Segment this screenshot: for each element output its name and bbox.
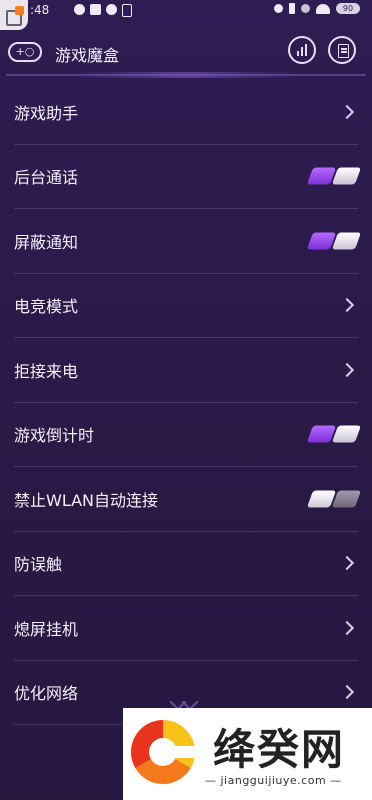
toggle-switch[interactable]	[306, 490, 362, 508]
notification-phone-icon	[122, 4, 132, 17]
battery-icon: 90	[336, 3, 360, 14]
app-badge-icon	[15, 6, 24, 15]
page-title: 游戏魔盒	[55, 46, 120, 65]
chevron-right-icon[interactable]	[339, 104, 355, 119]
chevron-right-icon[interactable]	[339, 298, 355, 313]
settings-row-label: 禁止WLAN自动连接	[14, 490, 159, 510]
bar-chart-icon	[297, 44, 307, 56]
settings-row[interactable]: 后台通话	[14, 145, 362, 209]
notification-app-icon	[74, 4, 85, 15]
settings-row-label: 游戏助手	[14, 103, 79, 123]
gamepad-icon[interactable]: +○	[8, 42, 42, 62]
header: +○ 游戏魔盒	[0, 22, 372, 80]
watermark: 绛癸网 — jiangguijiuye.com —	[123, 708, 372, 800]
notification-icons	[74, 4, 132, 17]
settings-row[interactable]: 游戏倒计时	[14, 403, 362, 467]
settings-row[interactable]: 熄屏挂机	[14, 596, 358, 661]
chevron-right-icon[interactable]	[339, 620, 355, 635]
document-icon	[338, 44, 349, 58]
chevron-right-icon[interactable]	[339, 362, 355, 377]
dnd-icon	[301, 4, 310, 13]
chevron-right-icon[interactable]	[339, 556, 355, 571]
watermark-url: — jiangguijiuye.com —	[205, 774, 342, 787]
toggle-switch[interactable]	[306, 167, 362, 185]
notification-image-icon	[90, 4, 101, 15]
game-box-screen: :48 90 +○ 游戏魔盒 游戏助手 后台通话 屏蔽通知 电竞模式 拒接来电 …	[0, 0, 372, 800]
settings-list: 游戏助手后台通话屏蔽通知电竞模式拒接来电游戏倒计时禁止WLAN自动连接 防误触熄屏…	[0, 80, 372, 725]
toggle-segment	[331, 167, 362, 185]
scroll-indicator-decoration	[150, 693, 222, 711]
settings-row-label: 游戏倒计时	[14, 426, 95, 446]
settings-row[interactable]: 游戏助手	[14, 80, 358, 145]
toggle-segment	[331, 490, 362, 508]
stats-button[interactable]	[288, 36, 316, 64]
header-frame-decoration	[6, 64, 366, 78]
settings-row[interactable]: 屏蔽通知	[14, 209, 362, 274]
document-button[interactable]	[328, 36, 356, 64]
watermark-title: 绛癸网	[213, 725, 346, 774]
bluetooth-icon	[289, 3, 295, 14]
settings-row-label: 屏蔽通知	[14, 232, 79, 252]
toggle-switch[interactable]	[306, 232, 362, 250]
chevron-right-icon[interactable]	[339, 685, 355, 700]
settings-row-label: 熄屏挂机	[14, 619, 79, 639]
toggle-switch[interactable]	[306, 425, 362, 443]
settings-row[interactable]: 拒接来电	[14, 338, 358, 403]
settings-row[interactable]: 电竞模式	[14, 274, 358, 338]
wifi-icon	[316, 3, 330, 14]
toggle-segment	[331, 232, 362, 250]
notification-message-icon	[106, 4, 117, 15]
settings-row-label: 防误触	[14, 555, 63, 575]
status-right-icons: 90	[274, 3, 360, 14]
settings-row-label: 电竞模式	[14, 297, 79, 317]
settings-row-label: 优化网络	[14, 684, 79, 704]
settings-row[interactable]: 防误触	[14, 532, 358, 596]
settings-row-label: 拒接来电	[14, 361, 79, 381]
toggle-segment	[331, 425, 362, 443]
settings-row-label: 后台通话	[14, 168, 79, 188]
alarm-icon	[274, 4, 283, 13]
watermark-logo	[131, 720, 197, 784]
status-bar: :48 90	[0, 0, 372, 22]
status-time: :48	[30, 3, 50, 17]
settings-row[interactable]: 禁止WLAN自动连接	[14, 467, 362, 532]
